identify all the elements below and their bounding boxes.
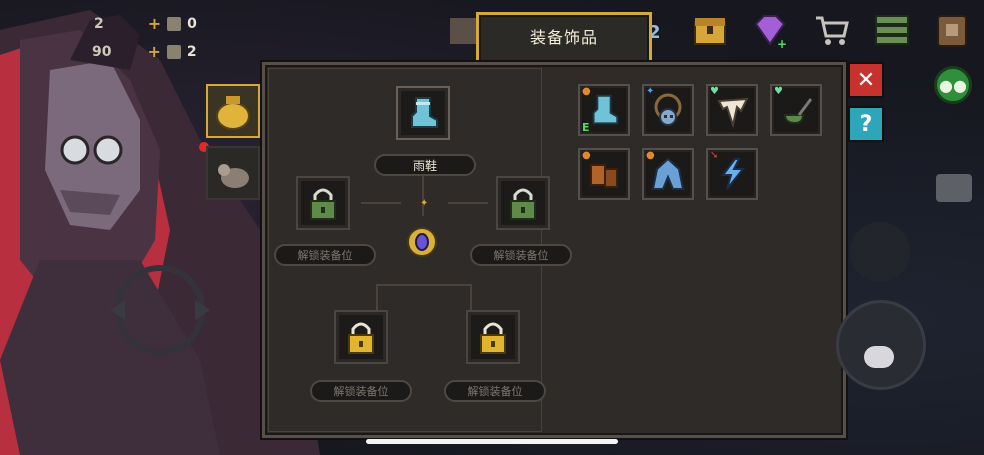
resource-partial-value: 90 [92,43,112,60]
left-item-slot[interactable] [206,146,260,200]
resource-value: 2 [186,43,197,60]
locked-slot[interactable] [496,176,550,230]
virtual-joystick[interactable] [836,300,926,390]
inventory-slot[interactable]: ● E [578,84,630,136]
inventory-slot[interactable]: ➘ [706,148,758,200]
connector-line [361,202,401,204]
speech-bubble-icon[interactable] [936,174,972,202]
lightning-icon [721,158,746,190]
connector-line [470,284,472,310]
locked-slot[interactable] [296,176,350,230]
menu-list-icon[interactable] [872,10,912,50]
locked-slot-label: 解锁装备位 [444,380,546,402]
panel-title: 装备饰品 [529,27,598,47]
skull-necklace-icon [654,93,682,126]
sparkle-icon: ✦ [420,198,429,209]
equip-slot-label-boots: 雨鞋 [374,154,476,176]
inventory-slot[interactable]: ✦ [642,84,694,136]
shopping-cart-icon[interactable] [812,10,852,50]
emote-icon [864,346,894,368]
equipped-mark: E [582,121,590,134]
resource-value: 0 [187,15,197,32]
inventory-slot[interactable]: ♥ [770,84,822,136]
home-indicator[interactable] [366,439,618,444]
resource-row-1: 2 + 0 [94,14,197,33]
locked-slot-label: 解锁装备位 [274,244,376,266]
connector-line [376,284,378,310]
orange-pin-icon: ● [646,150,655,161]
lock-icon [510,188,536,220]
green-heart-icon: ♥ [774,86,783,97]
lock-icon [310,188,336,220]
orange-pin-icon: ● [582,86,591,97]
resource-partial-value: 2 [94,15,104,32]
connector-line [422,176,424,216]
mouse-bag-icon [218,164,249,188]
inventory-slot[interactable]: ● [578,148,630,200]
green-heart-icon: ♥ [710,86,719,97]
diamond-plus-icon[interactable]: + [750,10,790,50]
plus-icon[interactable]: + [147,42,160,61]
plus-icon[interactable]: + [148,14,161,33]
locked-slot-label: 解锁装备位 [310,380,412,402]
orange-pin-icon: ● [582,150,591,161]
close-button[interactable]: ✕ [848,62,884,98]
bag-icon [166,44,181,59]
backpack-icon[interactable] [932,10,972,50]
lock-icon [480,322,506,354]
svg-text:+: + [777,37,787,50]
locked-slot-label: 解锁装备位 [470,244,572,266]
lock-icon [348,322,374,354]
golden-pot-icon [216,96,250,130]
connector-line [376,284,472,286]
left-item-slot-selected[interactable] [206,84,260,138]
resource-row-2: 90 + 2 [92,42,197,61]
help-button[interactable]: ? [848,106,884,142]
rain-boots-icon [411,97,438,128]
inventory-slot[interactable]: ● [642,148,694,200]
locked-slot[interactable] [466,310,520,364]
equip-slot-boots[interactable] [396,86,450,140]
rain-boots-icon [592,94,619,125]
chat-bubble-icon: ●● [939,75,967,95]
center-amulet [402,222,442,262]
red-arrow-icon: ➘ [710,150,719,161]
blue-star-icon: ✦ [646,86,655,97]
inventory-slot[interactable]: ♥ [706,84,758,136]
bag-icon [167,16,182,31]
panel-title-tab: 装备饰品 [476,12,652,64]
treasure-chest-icon[interactable] [690,10,730,50]
connector-line [448,202,488,204]
amulet-icon [407,227,437,257]
locked-slot[interactable] [334,310,388,364]
chat-toggle-button[interactable]: ●● [934,66,972,104]
action-button[interactable] [850,222,910,282]
